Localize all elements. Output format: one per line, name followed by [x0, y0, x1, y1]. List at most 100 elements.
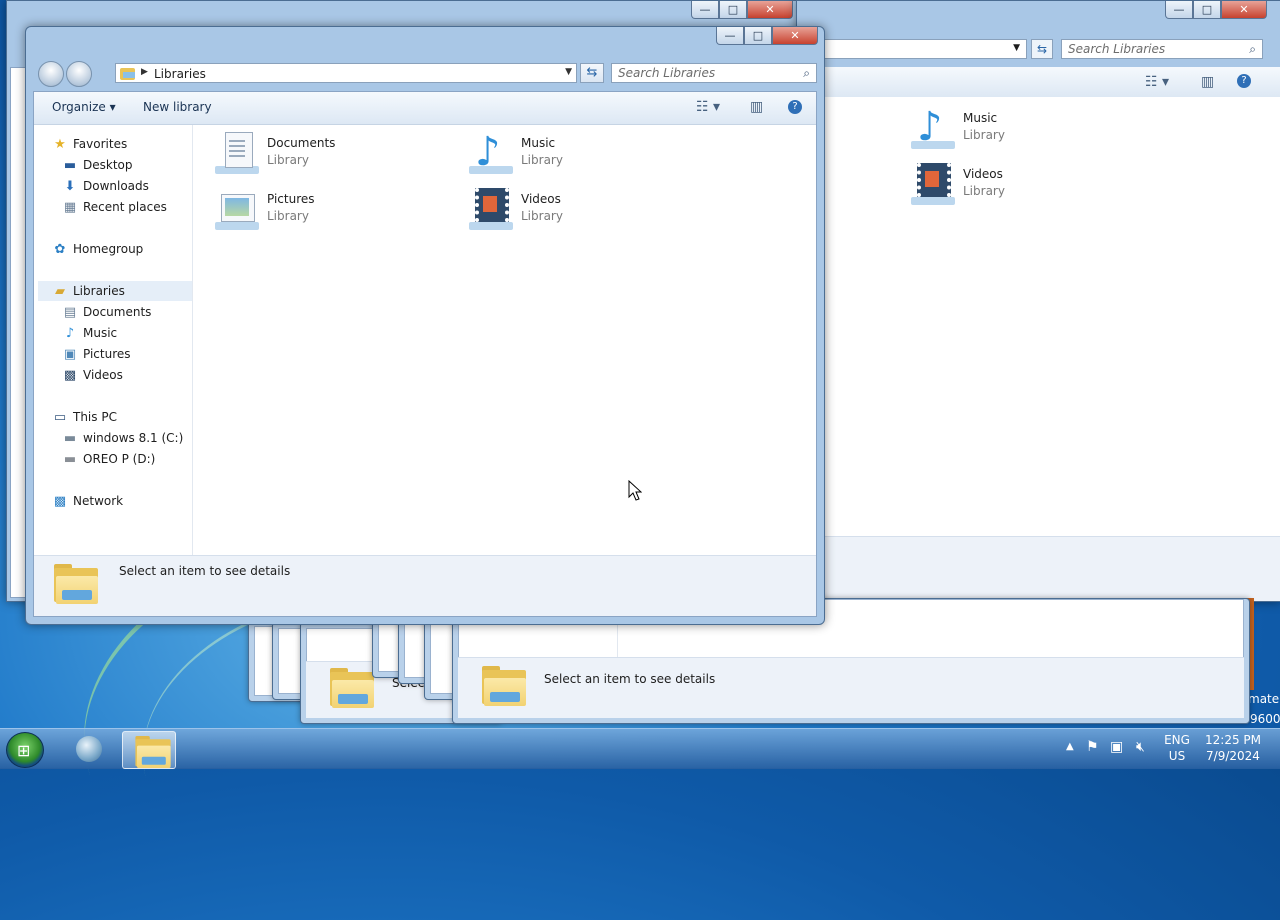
content-area: ♪ Music Library Videos Library — [797, 97, 1280, 601]
music-library-icon: ♪ — [907, 105, 957, 153]
desktop-icon: ▬ — [63, 157, 77, 173]
folder-icon — [330, 668, 374, 708]
view-options-icon[interactable]: ☷ ▾ — [1145, 74, 1169, 90]
refresh-icon[interactable]: ⇆ — [580, 63, 604, 83]
nav-item-downloads[interactable]: ⬇ Downloads — [62, 176, 149, 196]
music-icon: ♪ — [65, 325, 75, 341]
watermark-text: 9600 — [1250, 712, 1280, 726]
documents-icon: ▤ — [63, 304, 77, 320]
search-input[interactable]: Search Libraries ⌕ — [611, 63, 817, 83]
libraries-icon — [120, 66, 136, 80]
search-icon: ⌕ — [803, 66, 810, 80]
toolbar: ☷ ▾ ▥ ? — [797, 67, 1280, 97]
details-pane — [797, 536, 1280, 601]
libraries-icon: ▰ — [55, 283, 65, 299]
refresh-icon[interactable]: ⇆ — [1031, 39, 1053, 59]
windows-logo-icon: ⊞ — [17, 741, 31, 760]
mouse-cursor-icon — [628, 480, 642, 501]
details-text: Select an item to see details — [119, 564, 291, 578]
music-library-icon: ♪ — [465, 130, 515, 178]
maximize-button[interactable]: □ — [1193, 1, 1221, 19]
help-icon[interactable]: ? — [788, 100, 802, 114]
forward-button[interactable] — [66, 61, 92, 87]
explorer-window-libraries[interactable]: — □ ✕ ▶ Libraries ▼ ⇆ Search Libraries ⌕… — [25, 26, 825, 625]
drive-icon: ▬ — [63, 451, 77, 467]
preview-pane-icon[interactable]: ▥ — [750, 99, 763, 115]
recent-places-icon: ▦ — [63, 199, 77, 215]
browser-icon — [76, 736, 102, 762]
volume-muted-icon[interactable]: 🔇︎ — [1136, 739, 1145, 755]
address-bar[interactable]: ▶ Libraries ▼ — [115, 63, 577, 83]
nav-item-this-pc[interactable]: ▭ This PC — [52, 407, 117, 427]
background-explorer-window: — □ ✕ ▼ ⇆ Search Libraries ⌕ ☷ ▾ ▥ ? ♪ M… — [796, 0, 1280, 602]
maximize-button[interactable]: □ — [719, 1, 747, 19]
library-item-pictures[interactable]: Pictures Library — [211, 186, 315, 234]
language-indicator[interactable]: ENG US — [1160, 733, 1194, 763]
nav-item-favorites[interactable]: ★ Favorites — [52, 134, 127, 154]
address-bar[interactable]: ▼ — [797, 39, 1027, 59]
navigation-pane: ★ Favorites ▬ Desktop ⬇ Downloads ▦ Recent p… — [34, 125, 193, 556]
chevron-right-icon[interactable]: ▶ — [141, 67, 148, 77]
nav-item-desktop[interactable]: ▬ Desktop — [62, 155, 133, 175]
library-item-videos[interactable]: Videos Library — [465, 186, 563, 234]
library-item-videos[interactable]: Videos Library — [907, 161, 1005, 209]
nav-item-pictures[interactable]: ▣ Pictures — [62, 344, 131, 364]
star-icon: ★ — [54, 136, 66, 152]
watermark-text: mate — [1248, 692, 1280, 706]
nav-item-documents[interactable]: ▤ Documents — [62, 302, 152, 322]
new-library-button[interactable]: New library — [143, 100, 212, 114]
preview-pane-icon[interactable]: ▥ — [1201, 74, 1214, 90]
nav-item-homegroup[interactable]: ✿ Homegroup — [52, 239, 144, 259]
network-icon: ▩ — [53, 493, 67, 509]
folder-icon — [135, 736, 171, 768]
search-icon: ⌕ — [1249, 42, 1256, 56]
documents-library-icon — [211, 130, 261, 178]
nav-item-recent-places[interactable]: ▦ Recent places — [62, 197, 167, 217]
help-icon[interactable]: ? — [1237, 74, 1251, 88]
taskbar-app-browser[interactable] — [64, 731, 116, 767]
command-bar: Organize ▾ New library ☷ ▾ ▥ ? — [34, 92, 816, 125]
videos-library-icon — [907, 161, 957, 209]
breadcrumb[interactable]: Libraries — [154, 67, 206, 81]
drive-icon: ▬ — [63, 430, 77, 446]
clock[interactable]: 12:25 PM 7/9/2024 — [1198, 733, 1268, 763]
nav-item-drive-c[interactable]: ▬ windows 8.1 (C:) — [62, 428, 183, 448]
chevron-down-icon[interactable]: ▼ — [1013, 43, 1020, 53]
nav-item-network[interactable]: ▩ Network — [52, 491, 123, 511]
action-center-flag-icon[interactable]: ⚑ — [1086, 739, 1099, 755]
library-item-music[interactable]: ♪ Music Library — [465, 130, 563, 178]
homegroup-icon: ✿ — [54, 241, 66, 257]
minimize-button[interactable]: — — [691, 1, 719, 19]
maximize-button[interactable]: □ — [744, 27, 772, 45]
start-button[interactable]: ⊞ — [6, 732, 44, 768]
close-button[interactable]: ✕ — [1221, 1, 1267, 19]
nav-item-drive-d[interactable]: ▬ OREO P (D:) — [62, 449, 155, 469]
nav-item-videos[interactable]: ▩ Videos — [62, 365, 123, 385]
close-button[interactable]: ✕ — [747, 1, 793, 19]
content-area: Documents Library ♪ Music Library Pictur… — [193, 125, 816, 556]
minimize-button[interactable]: — — [1165, 1, 1193, 19]
pictures-library-icon — [211, 186, 261, 234]
library-item-documents[interactable]: Documents Library — [211, 130, 335, 178]
nav-item-music[interactable]: ♪ Music — [62, 323, 117, 343]
window-body: Organize ▾ New library ☷ ▾ ▥ ? ★ Favorite… — [33, 91, 817, 617]
close-button[interactable]: ✕ — [772, 27, 818, 45]
details-pane: Select an item to see details — [34, 555, 816, 616]
folder-icon — [482, 666, 526, 706]
back-button[interactable] — [38, 61, 64, 87]
show-hidden-icons-icon[interactable]: ▲ — [1066, 741, 1074, 752]
chevron-down-icon[interactable]: ▼ — [565, 67, 572, 77]
view-options-icon[interactable]: ☷ ▾ — [696, 99, 720, 115]
taskbar-app-explorer[interactable] — [122, 731, 176, 769]
videos-library-icon — [465, 186, 515, 234]
folder-icon — [54, 564, 98, 604]
search-input[interactable]: Search Libraries ⌕ — [1061, 39, 1263, 59]
minimize-button[interactable]: — — [716, 27, 744, 45]
nav-item-libraries[interactable]: ▰ Libraries — [52, 281, 125, 301]
computer-icon: ▭ — [53, 409, 67, 425]
network-status-icon[interactable]: ▣ — [1110, 739, 1123, 755]
organize-button[interactable]: Organize ▾ — [52, 100, 116, 114]
taskbar: ⊞ ▲ ⚑ ▣ 🔇︎ ENG US 12:25 PM 7/9/2024 — [0, 728, 1280, 769]
videos-icon: ▩ — [63, 367, 77, 383]
library-item-music[interactable]: ♪ Music Library — [907, 105, 1005, 153]
